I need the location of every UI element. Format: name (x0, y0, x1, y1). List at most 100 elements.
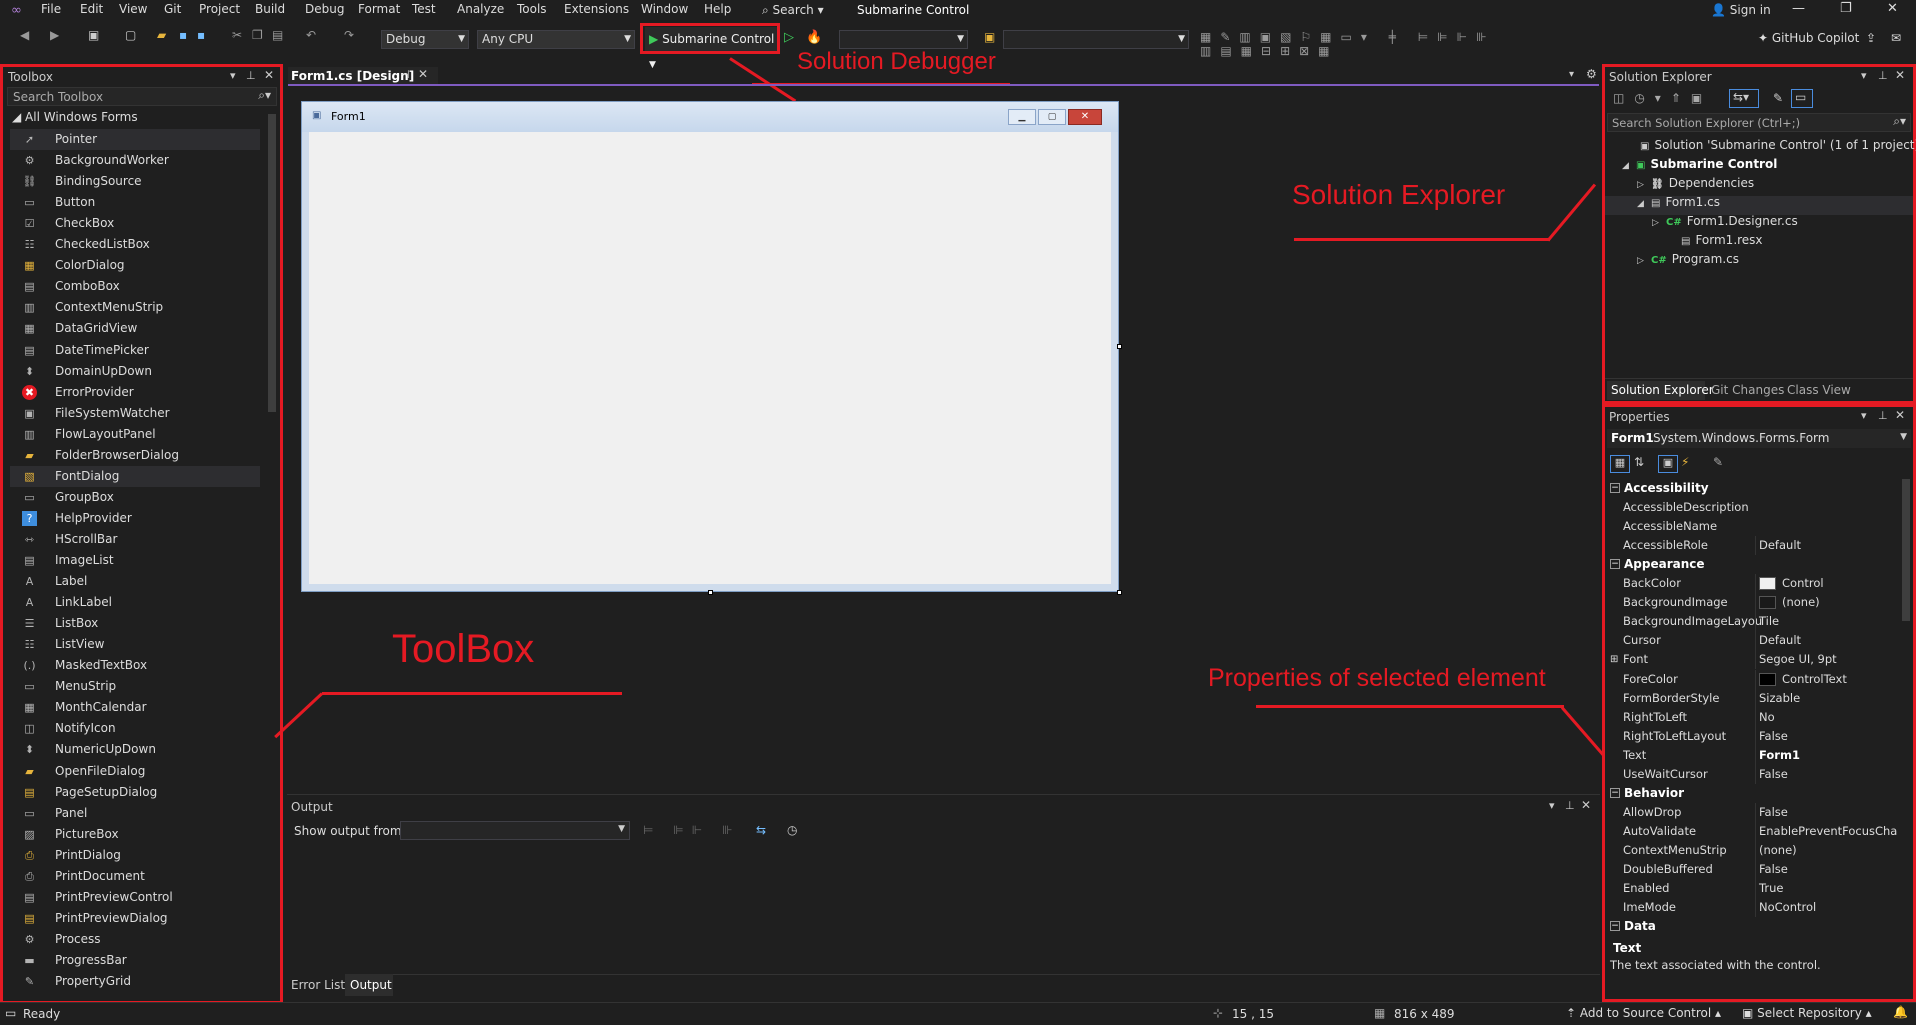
panel-options-icon[interactable]: ▾ (1549, 799, 1555, 812)
collapse-icon[interactable]: − (1610, 921, 1620, 932)
pin-icon[interactable]: ⊥ (1565, 799, 1575, 812)
property-category[interactable]: − Appearance (1610, 555, 1898, 574)
toolbox-item[interactable]: ▬ ProgressBar (10, 950, 260, 971)
solution-node[interactable]: ◢ ▣ Submarine Control (1622, 157, 1777, 171)
property-row[interactable]: BackgroundImageLayout Tile (1610, 612, 1898, 632)
property-value[interactable]: EnablePreventFocusChange (1755, 821, 1897, 841)
property-value[interactable]: False (1755, 764, 1897, 784)
property-value[interactable]: (none) (1755, 593, 1897, 613)
toolbox-item[interactable]: ✖ ErrorProvider (10, 382, 260, 403)
property-row[interactable]: RightToLeftLayout False (1610, 726, 1898, 746)
form-maximize-icon[interactable]: ▢ (1038, 109, 1066, 125)
toolbox-item[interactable]: ◫ NotifyIcon (10, 718, 260, 739)
object-selector[interactable]: Form1 System.Windows.Forms.Form ▼ (1607, 429, 1911, 448)
property-row[interactable]: ContextMenuStrip (none) (1610, 840, 1898, 860)
timestamp-icon[interactable]: ◷ (787, 823, 797, 837)
menu-project[interactable]: Project (199, 2, 240, 16)
toolbox-item[interactable]: ⬍ DomainUpDown (10, 361, 260, 382)
form-client-area[interactable] (309, 132, 1111, 584)
close-icon[interactable]: ✕ (1895, 68, 1905, 82)
toolbox-search-box[interactable]: Search Toolbox ⌕▾ (7, 87, 277, 106)
properties-wrench-icon[interactable]: ✎ (1773, 91, 1783, 105)
close-icon[interactable]: ✕ (1581, 798, 1591, 812)
property-value[interactable]: NoControl (1755, 898, 1897, 918)
menu-view[interactable]: View (119, 2, 147, 16)
property-row[interactable]: AccessibleName (1610, 517, 1898, 536)
properties-view-icon[interactable]: ▣ (1658, 455, 1678, 473)
toolbox-item[interactable]: ▧ FontDialog (10, 465, 260, 487)
word-wrap-icon[interactable]: ⇆ (756, 823, 766, 837)
toolbox-item[interactable]: ▭ MenuStrip (10, 676, 260, 697)
property-row[interactable]: AutoValidate EnablePreventFocusChange (1610, 821, 1898, 841)
alphabetical-icon[interactable]: ⇅ (1634, 455, 1644, 469)
preview-icon[interactable]: ▭ (1791, 89, 1813, 108)
tab-error-list[interactable]: Error List (287, 974, 347, 996)
property-row[interactable]: UseWaitCursor False (1610, 764, 1898, 784)
menu-format[interactable]: Format (358, 2, 400, 16)
solution-node[interactable]: ▣ Solution 'Submarine Control' (1 of 1 pr… (1626, 138, 1916, 152)
toolbox-item[interactable]: ▤ PageSetupDialog (10, 782, 260, 803)
repository-button[interactable]: ▣ Select Repository ▴ (1742, 1006, 1872, 1020)
property-value[interactable]: Default (1755, 536, 1897, 556)
property-row[interactable]: Text Form1 (1610, 745, 1898, 765)
output-source-dropdown[interactable]: ▼ (400, 821, 630, 840)
form-window[interactable]: ▣ Form1 ▁ ▢ ✕ (301, 101, 1119, 592)
pin-icon[interactable]: ⊥ (1878, 69, 1888, 82)
toolbox-item[interactable]: (.) MaskedTextBox (10, 655, 260, 676)
toolbox-item[interactable]: ☑ CheckBox (10, 213, 260, 234)
toolbox-item[interactable]: ☷ ListView (10, 634, 260, 655)
menu-build[interactable]: Build (255, 2, 285, 16)
sync-with-document-icon[interactable]: ⇆▾ (1729, 89, 1759, 108)
expand-icon[interactable]: ⊞ (1610, 650, 1618, 669)
property-value[interactable]: False (1755, 802, 1897, 822)
toolbox-item[interactable]: ☷ CheckedListBox (10, 234, 260, 255)
property-value[interactable]: False (1755, 860, 1897, 879)
toolbox-item[interactable]: ▭ Button (10, 192, 260, 213)
back-icon[interactable]: ◀ (20, 28, 29, 42)
toolbox-item[interactable]: ⎙ PrintDocument (10, 866, 260, 887)
menu-debug[interactable]: Debug (305, 2, 344, 16)
solution-node[interactable]: ▤ Form1.resx (1667, 233, 1763, 247)
toolbox-item[interactable]: ➚ Pointer (10, 129, 260, 150)
property-row[interactable]: RightToLeft No (1610, 707, 1898, 727)
property-row[interactable]: ⊞ Font Segoe UI, 9pt (1610, 650, 1898, 670)
panel-options-icon[interactable]: ▾ (230, 69, 236, 82)
menu-analyze[interactable]: Analyze (457, 2, 504, 16)
toolbox-item[interactable]: ▦ ColorDialog (10, 255, 260, 276)
forward-icon[interactable]: ▶ (50, 28, 59, 42)
copy-icon[interactable]: ❐ (252, 28, 263, 42)
settings-icon[interactable]: ⚙ (1586, 67, 1597, 81)
redo-icon[interactable]: ↷ (344, 28, 354, 42)
collapse-icon[interactable]: ◢ (1637, 199, 1651, 209)
toolbox-item[interactable]: ▰ OpenFileDialog (10, 761, 260, 782)
property-value[interactable]: Default (1755, 631, 1897, 651)
run-button[interactable]: ▶ Submarine Control ▼ (645, 27, 777, 70)
toolbox-item[interactable]: A Label (10, 571, 260, 592)
toolbox-item[interactable]: ⎙ PrintDialog (10, 845, 260, 866)
menu-help[interactable]: Help (704, 2, 731, 16)
panel-options-icon[interactable]: ▾ (1861, 409, 1867, 422)
notifications-icon[interactable]: 🔔 (1893, 1005, 1908, 1019)
source-control-button[interactable]: ⇡ Add to Source Control ▴ (1566, 1006, 1721, 1020)
menu-tools[interactable]: Tools (517, 2, 547, 16)
toolbox-item[interactable]: ▤ PrintPreviewControl (10, 887, 260, 908)
configuration-dropdown[interactable]: Debug ▼ (381, 30, 469, 49)
toolbox-item[interactable]: ▥ ContextMenuStrip (10, 297, 260, 318)
categorized-icon[interactable]: ▦ (1610, 455, 1630, 473)
property-category[interactable]: − Behavior (1610, 784, 1898, 803)
property-value[interactable]: Sizable (1755, 688, 1897, 708)
menu-git[interactable]: Git (164, 2, 181, 16)
debug-target-dropdown[interactable]: ▼ (839, 30, 968, 49)
save-all-icon[interactable]: ▪ (197, 28, 205, 42)
restore-icon[interactable]: ❐ (1840, 1, 1852, 16)
property-category[interactable]: − Accessibility (1610, 479, 1898, 498)
new-project-icon[interactable]: ▣ (88, 28, 99, 42)
expand-icon[interactable]: ▷ (1637, 256, 1651, 266)
close-icon[interactable]: ✕ (1895, 408, 1905, 422)
property-row[interactable]: FormBorderStyle Sizable (1610, 688, 1898, 708)
solution-node[interactable]: ▷ C# Form1.Designer.cs (1652, 214, 1798, 228)
toolbox-item[interactable]: ⚙ Process (10, 929, 260, 950)
form-close-icon[interactable]: ✕ (1068, 109, 1102, 125)
tab-git-changes[interactable]: Git Changes (1711, 383, 1784, 397)
property-value[interactable]: Control (1755, 574, 1897, 594)
